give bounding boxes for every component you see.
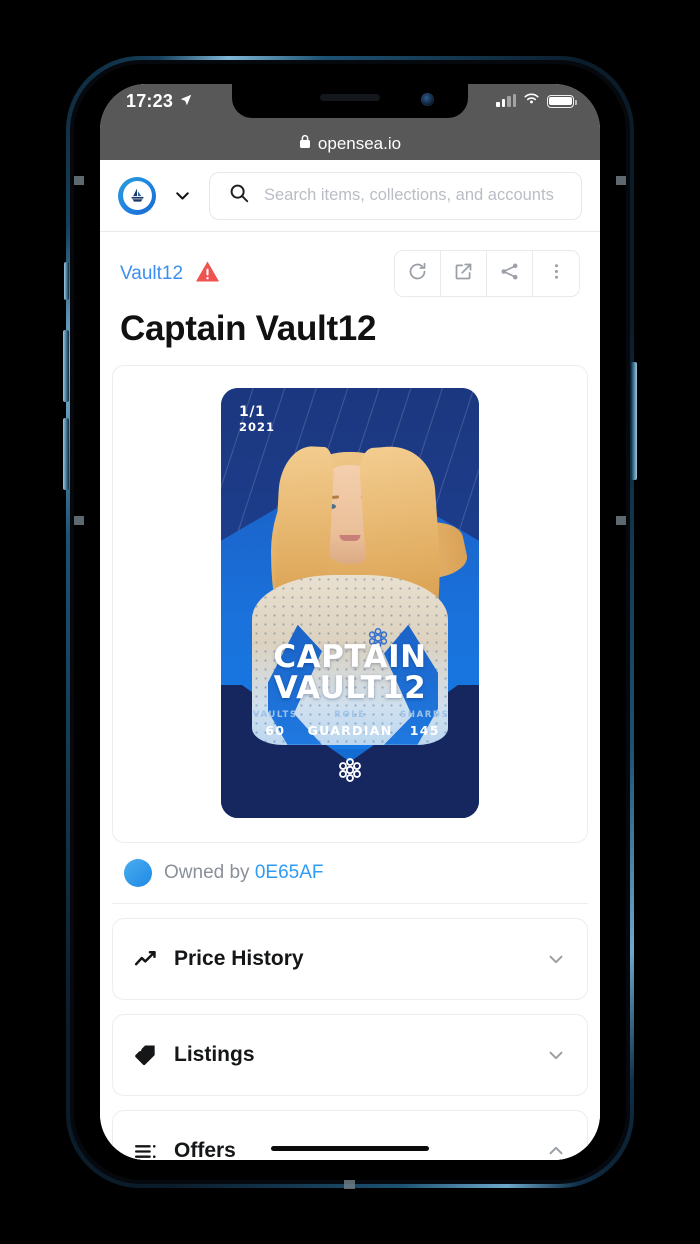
card-stat: ROLE GUARDIAN bbox=[308, 710, 393, 738]
owner-address-link[interactable]: 0E65AF bbox=[255, 862, 324, 883]
opensea-page: Search items, collections, and accounts … bbox=[100, 160, 600, 1160]
breadcrumb-left: Vault12 bbox=[120, 260, 220, 288]
owner-text: Owned by 0E65AF bbox=[164, 862, 323, 884]
lock-icon bbox=[299, 134, 311, 154]
antenna-band bbox=[616, 176, 626, 185]
card-name-line1: CAPTAIN bbox=[273, 639, 427, 676]
card-name-line2: VAULT12 bbox=[273, 670, 427, 707]
card-edition: 1/1 bbox=[239, 404, 266, 420]
sailboat-icon bbox=[130, 188, 144, 202]
opensea-logo[interactable] bbox=[118, 176, 156, 215]
owner-row: Owned by 0E65AF bbox=[112, 843, 588, 904]
collection-link[interactable]: Vault12 bbox=[120, 263, 183, 285]
card-year: 2021 bbox=[239, 419, 276, 434]
antenna-band bbox=[74, 516, 84, 525]
wifi-icon bbox=[523, 92, 540, 110]
more-vertical-icon bbox=[546, 261, 567, 287]
card-edition-badge: 1/1 2021 bbox=[239, 404, 275, 434]
nft-card-image[interactable]: 1/1 2021 CAPTAIN VAULT12 VAULTS 60 ROLE … bbox=[221, 388, 479, 818]
site-header: Search items, collections, and accounts bbox=[100, 160, 600, 232]
search-icon bbox=[228, 182, 250, 209]
power-button[interactable] bbox=[631, 362, 637, 480]
section-label: Listings bbox=[174, 1043, 255, 1066]
card-stat-label: ROLE bbox=[334, 710, 366, 721]
address-bar-url: opensea.io bbox=[317, 134, 402, 153]
page-title: Captain Vault12 bbox=[120, 309, 377, 348]
volume-up-button[interactable] bbox=[63, 330, 69, 402]
address-bar[interactable]: opensea.io bbox=[100, 134, 600, 154]
external-link-icon bbox=[453, 261, 474, 287]
card-stats: VAULTS 60 ROLE GUARDIAN SHARDS 145 bbox=[231, 710, 469, 738]
owner-avatar[interactable] bbox=[124, 859, 152, 887]
card-stat: VAULTS 60 bbox=[243, 710, 308, 738]
opensea-logo-inner bbox=[122, 181, 152, 210]
location-arrow-icon bbox=[179, 91, 193, 112]
antenna-band bbox=[344, 1180, 355, 1189]
phone-notch bbox=[232, 84, 468, 118]
silent-switch-button[interactable] bbox=[64, 262, 69, 300]
screenshot-root: 17:23 opensea.io Search items, collectio… bbox=[0, 0, 700, 1244]
section-offers[interactable]: Offers bbox=[112, 1110, 588, 1160]
open-external-button[interactable] bbox=[441, 251, 487, 296]
card-stat-label: SHARDS bbox=[400, 710, 450, 721]
mouth bbox=[339, 534, 361, 541]
card-stat-value: 60 bbox=[265, 723, 286, 739]
warning-triangle-icon[interactable] bbox=[195, 260, 220, 288]
status-time-group: 17:23 bbox=[126, 91, 193, 112]
phone-screen: 17:23 opensea.io Search items, collectio… bbox=[100, 84, 600, 1160]
status-indicators bbox=[496, 92, 577, 110]
status-time: 17:23 bbox=[126, 90, 174, 111]
card-stat: SHARDS 145 bbox=[392, 710, 457, 738]
line-chart-icon bbox=[133, 947, 158, 972]
cellular-signal-icon bbox=[496, 94, 516, 107]
volume-down-button[interactable] bbox=[63, 418, 69, 490]
more-options-button[interactable] bbox=[533, 251, 579, 296]
chevron-up-icon[interactable] bbox=[545, 1140, 567, 1160]
section-price-history[interactable]: Price History bbox=[112, 918, 588, 1000]
front-camera bbox=[421, 93, 434, 106]
vault12-hex-logo-icon bbox=[335, 755, 365, 790]
owner-prefix: Owned by bbox=[164, 862, 250, 883]
antenna-band bbox=[74, 176, 84, 185]
search-placeholder: Search items, collections, and accounts bbox=[264, 186, 554, 204]
share-button[interactable] bbox=[487, 251, 533, 296]
chevron-down-icon[interactable] bbox=[545, 948, 567, 970]
card-stat-value: 145 bbox=[409, 723, 440, 739]
share-icon bbox=[499, 261, 520, 287]
card-name: CAPTAIN VAULT12 bbox=[221, 642, 479, 704]
item-action-buttons bbox=[394, 250, 580, 297]
section-label: Price History bbox=[174, 947, 304, 970]
nft-image-panel: 1/1 2021 CAPTAIN VAULT12 VAULTS 60 ROLE … bbox=[112, 365, 588, 843]
price-tag-icon bbox=[133, 1043, 158, 1068]
breadcrumb: Vault12 bbox=[100, 232, 600, 301]
chevron-down-icon[interactable] bbox=[545, 1044, 567, 1066]
antenna-band bbox=[616, 516, 626, 525]
card-stat-label: VAULTS bbox=[252, 710, 298, 721]
card-stat-value: GUARDIAN bbox=[307, 723, 393, 739]
refresh-metadata-button[interactable] bbox=[395, 251, 441, 296]
account-chevron-down-icon[interactable] bbox=[168, 183, 197, 208]
list-icon bbox=[133, 1139, 158, 1161]
earpiece-speaker bbox=[320, 94, 380, 101]
refresh-icon bbox=[407, 261, 428, 287]
section-listings[interactable]: Listings bbox=[112, 1014, 588, 1096]
search-input[interactable]: Search items, collections, and accounts bbox=[209, 171, 582, 220]
battery-icon bbox=[547, 94, 577, 108]
home-indicator[interactable] bbox=[271, 1145, 429, 1151]
